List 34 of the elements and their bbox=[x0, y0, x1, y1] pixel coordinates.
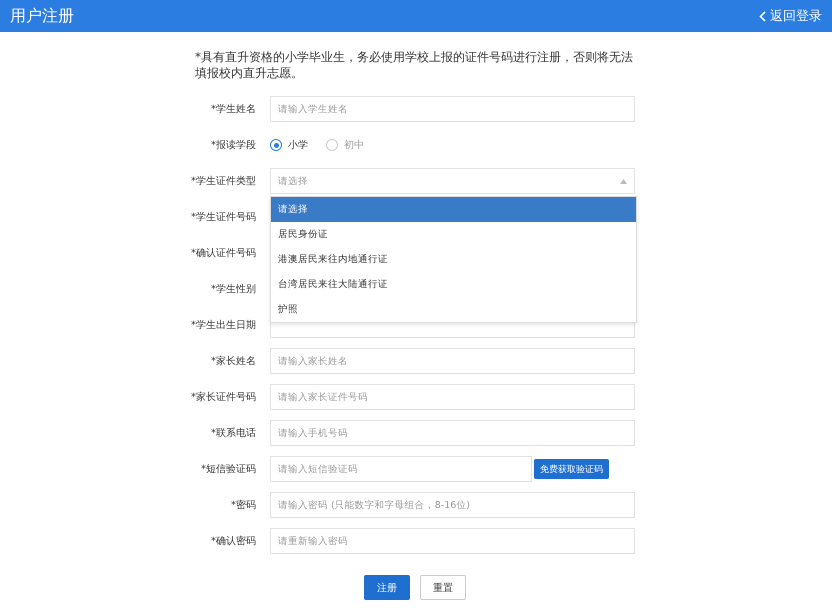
field-label: *学生证件号码 bbox=[190, 210, 256, 224]
input-field[interactable]: 请输入家长证件号码 bbox=[270, 384, 635, 410]
input-field[interactable]: 请输入家长姓名 bbox=[270, 348, 635, 374]
field-label: *家长姓名 bbox=[210, 354, 256, 368]
input-field[interactable]: 请输入密码 (只能数字和字母组合，8-16位) bbox=[270, 492, 635, 518]
dropdown-option[interactable]: 居民身份证 bbox=[271, 222, 636, 247]
dropdown-option[interactable]: 请选择 bbox=[271, 197, 636, 222]
field-label: *学生证件类型 bbox=[190, 174, 256, 188]
reset-button[interactable]: 重置 bbox=[420, 575, 466, 600]
field-label: *家长证件号码 bbox=[190, 390, 256, 404]
get-code-button[interactable]: 免费获取验证码 bbox=[534, 459, 609, 479]
field-label: *学生姓名 bbox=[210, 102, 256, 116]
field-label: *确认密码 bbox=[210, 534, 256, 548]
dropdown-option[interactable]: 护照 bbox=[271, 297, 636, 322]
dropdown-option[interactable]: 港澳居民来往内地通行证 bbox=[271, 247, 636, 272]
input-field[interactable]: 请重新输入密码 bbox=[270, 528, 635, 554]
field-label: *短信验证码 bbox=[200, 463, 256, 476]
radio-option[interactable]: 小学 bbox=[270, 138, 308, 152]
field-label: *密码 bbox=[230, 498, 256, 512]
input-field[interactable]: 请输入学生姓名 bbox=[270, 96, 635, 122]
chevron-left-icon bbox=[759, 10, 766, 22]
caret-icon bbox=[620, 178, 627, 184]
register-button[interactable]: 注册 bbox=[364, 575, 410, 600]
field-label: *联系电话 bbox=[210, 426, 256, 440]
field-label: *确认证件号码 bbox=[190, 247, 256, 260]
field-label: *报读学段 bbox=[210, 138, 256, 152]
field-label: *学生出生日期 bbox=[190, 318, 256, 332]
page-title: 用户注册 bbox=[10, 6, 74, 26]
field-label: *学生性别 bbox=[210, 282, 256, 296]
input-field[interactable]: 请输入手机号码 bbox=[270, 420, 635, 446]
dropdown-option[interactable]: 台湾居民来往大陆通行证 bbox=[271, 272, 636, 297]
notice-text: *具有直升资格的小学毕业生，务必使用学校上报的证件号码进行注册，否则将无法填报校内直升志愿。 bbox=[195, 49, 634, 81]
input-field[interactable]: 请输入短信验证码 bbox=[270, 456, 532, 482]
back-link[interactable]: 返回登录 bbox=[759, 7, 822, 25]
